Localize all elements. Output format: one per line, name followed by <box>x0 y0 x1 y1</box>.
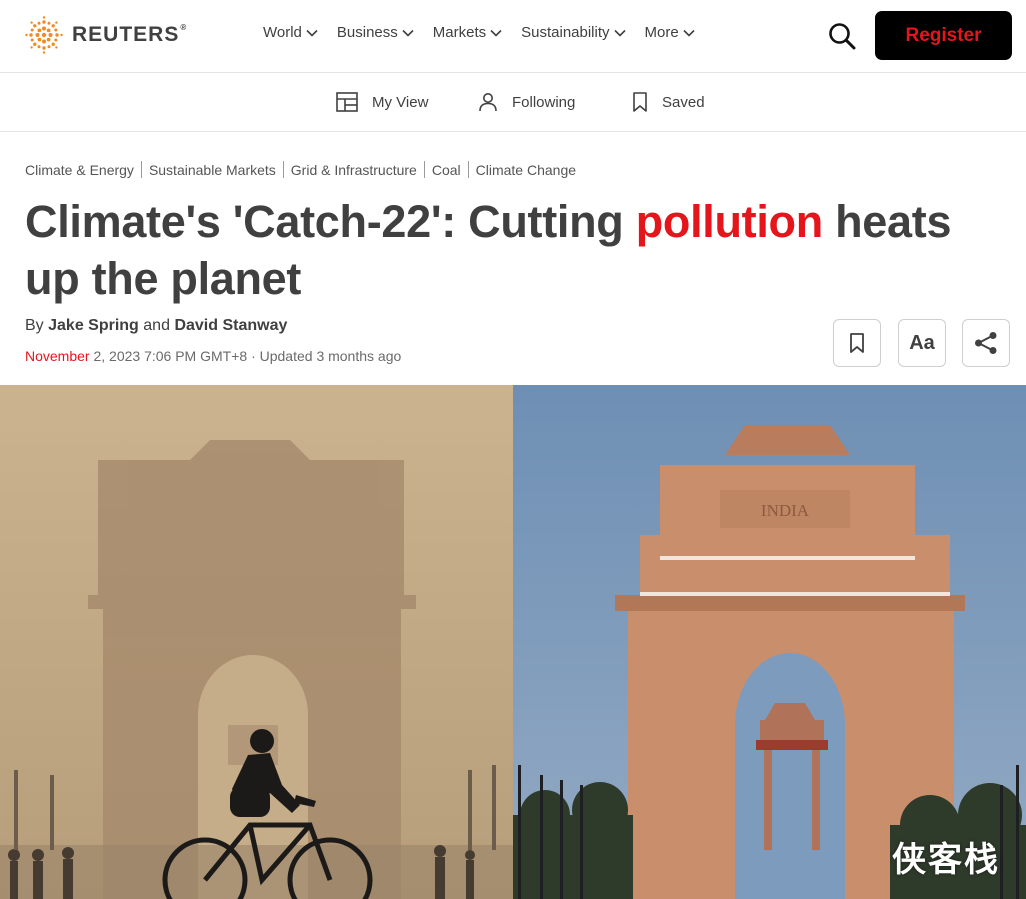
breadcrumb-climate-energy[interactable]: Climate & Energy <box>25 162 134 178</box>
breadcrumb: Climate & Energy Sustainable Markets Gri… <box>25 161 576 178</box>
layout-icon <box>336 92 358 112</box>
search-icon <box>829 23 856 50</box>
my-view-link[interactable]: My View <box>336 92 428 112</box>
headline-highlight: pollution <box>635 196 824 247</box>
author-link-david-stanway[interactable]: David Stanway <box>174 317 287 334</box>
breadcrumb-divider <box>282 161 284 178</box>
india-gate-inscription: INDIA <box>761 501 810 520</box>
article-hero-image: INDIA <box>0 385 1026 899</box>
chevron-down-icon <box>490 29 502 37</box>
text-size-label: Aa <box>909 331 935 354</box>
author-link-jake-spring[interactable]: Jake Spring <box>48 317 139 334</box>
nav-item-business[interactable]: Business <box>337 24 414 41</box>
saved-label: Saved <box>662 93 705 111</box>
nav-item-world[interactable]: World <box>263 24 318 41</box>
top-navigation-bar: REUTERS® World Business Markets Sustaina… <box>0 0 1026 73</box>
personal-nav-bar: My View Following Saved <box>0 73 1026 132</box>
save-article-button[interactable] <box>833 319 881 367</box>
reuters-wordmark: REUTERS® <box>72 23 188 46</box>
search-button[interactable] <box>826 20 858 52</box>
article-dateline: November 2, 2023 7:06 PM GMT+8 · Updated… <box>25 348 401 364</box>
breadcrumb-climate-change[interactable]: Climate Change <box>476 162 576 178</box>
main-nav: World Business Markets Sustainability Mo… <box>263 24 714 41</box>
chevron-down-icon <box>306 29 318 37</box>
text-size-button[interactable]: Aa <box>898 319 946 367</box>
following-link[interactable]: Following <box>478 92 575 112</box>
nav-item-more[interactable]: More <box>645 24 695 41</box>
share-icon <box>975 332 997 354</box>
person-icon <box>479 93 497 112</box>
chevron-down-icon <box>683 29 695 37</box>
nav-item-label: World <box>263 24 302 41</box>
bookmark-icon <box>633 92 647 112</box>
breadcrumb-grid-infrastructure[interactable]: Grid & Infrastructure <box>291 162 417 178</box>
breadcrumb-divider <box>140 161 142 178</box>
following-label: Following <box>512 93 576 111</box>
dateline-rest: 2, 2023 7:06 PM GMT+8 · Updated 3 months… <box>89 348 402 364</box>
nav-item-sustainability[interactable]: Sustainability <box>521 24 626 41</box>
bookmark-icon <box>850 333 864 353</box>
breadcrumb-coal[interactable]: Coal <box>432 162 461 178</box>
register-button[interactable]: Register <box>875 11 1012 60</box>
breadcrumb-divider <box>423 161 425 178</box>
chevron-down-icon <box>613 29 626 37</box>
nav-item-label: Markets <box>432 24 487 41</box>
nav-item-label: Sustainability <box>521 24 610 41</box>
watermark-text: 侠客栈 <box>892 840 1000 880</box>
breadcrumb-sustainable-markets[interactable]: Sustainable Markets <box>149 162 276 178</box>
dateline-month: November <box>25 348 90 364</box>
nav-item-label: Business <box>336 24 398 41</box>
byline-prefix: By <box>25 317 44 334</box>
nav-item-label: More <box>644 24 679 41</box>
my-view-label: My View <box>372 93 429 111</box>
reuters-logo[interactable]: REUTERS® <box>24 16 187 54</box>
saved-link[interactable]: Saved <box>632 92 705 112</box>
nav-item-markets[interactable]: Markets <box>433 24 502 41</box>
share-button[interactable] <box>962 319 1010 367</box>
india-gate-comparison-photo: INDIA <box>0 385 1026 899</box>
chevron-down-icon <box>402 29 414 37</box>
headline-text-start: Climate's 'Catch-22': Cutting <box>25 196 636 247</box>
article-byline: By Jake Spring and David Stanway <box>25 317 287 335</box>
breadcrumb-divider <box>467 161 469 178</box>
reuters-logo-mark <box>25 16 63 54</box>
byline-conjunction: and <box>143 317 170 334</box>
article-headline: Climate's 'Catch-22': Cutting pollution … <box>25 193 1015 307</box>
